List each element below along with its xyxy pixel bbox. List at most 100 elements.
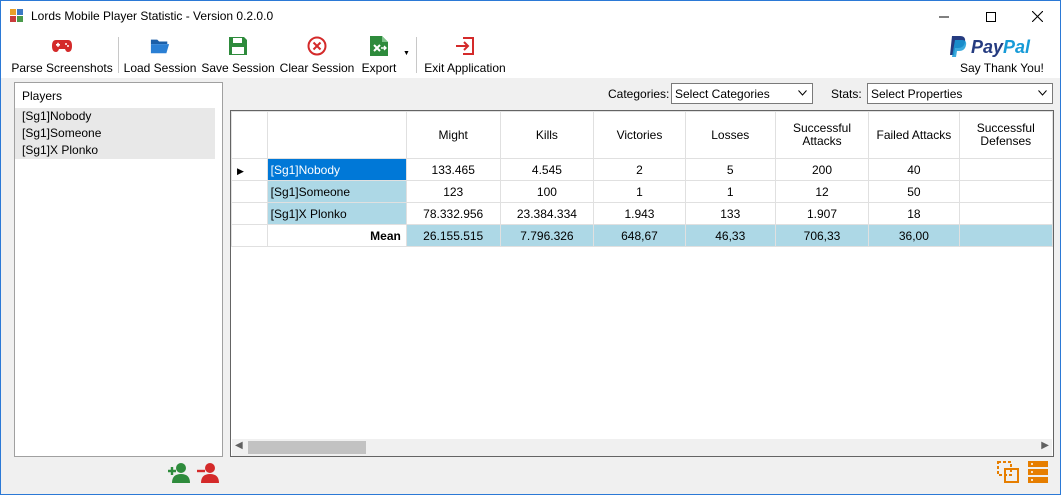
stats-label: Stats:	[831, 87, 862, 101]
folder-open-icon	[150, 39, 170, 54]
table-cell[interactable]	[958, 180, 1053, 203]
column-header[interactable]: Might	[405, 111, 501, 159]
table-cell[interactable]: 40	[868, 158, 960, 181]
chevron-down-icon	[798, 90, 807, 96]
title-bar: Lords Mobile Player Statistic - Version …	[1, 1, 1060, 32]
mean-cell[interactable]: 46,33	[684, 224, 776, 247]
table-cell[interactable]: 5	[684, 158, 776, 181]
column-header[interactable]: Successful Defenses	[958, 111, 1053, 159]
server-list-icon[interactable]	[1028, 461, 1048, 483]
compare-windows-icon[interactable]	[997, 461, 1019, 483]
mean-cell[interactable]	[958, 224, 1053, 247]
parse-screenshots-label: Parse Screenshots	[11, 61, 113, 75]
column-header[interactable]: Victories	[593, 111, 686, 159]
table-row[interactable]: [Sg1]Someone 123 100 1 1 12 50	[231, 180, 1053, 203]
paypal-icon	[950, 36, 967, 57]
players-list[interactable]: [Sg1]Nobody [Sg1]Someone [Sg1]X Plonko	[15, 108, 222, 159]
table-cell[interactable]	[958, 158, 1053, 181]
column-header[interactable]: Failed Attacks	[868, 111, 960, 159]
table-cell[interactable]: 78.332.956	[405, 202, 501, 225]
save-session-button[interactable]: Save Session	[201, 36, 275, 76]
scrollbar-thumb[interactable]	[248, 441, 366, 454]
save-icon	[229, 37, 247, 55]
load-session-button[interactable]: Load Session	[124, 36, 196, 76]
categories-select[interactable]: Select Categories	[671, 83, 813, 104]
mean-row[interactable]: Mean 26.155.515 7.796.326 648,67 46,33 7…	[231, 224, 1053, 247]
minimize-icon	[939, 16, 949, 17]
maximize-icon	[986, 11, 996, 22]
mean-cell[interactable]: 648,67	[593, 224, 686, 247]
column-header-name[interactable]	[266, 111, 407, 159]
app-icon	[10, 9, 23, 22]
table-cell[interactable]: 123	[405, 180, 501, 203]
row-header[interactable]	[231, 224, 268, 247]
toolbar-separator	[416, 37, 417, 73]
mean-cell[interactable]: 706,33	[774, 224, 870, 247]
players-list-panel[interactable]: Players [Sg1]Nobody [Sg1]Someone [Sg1]X …	[14, 82, 223, 457]
table-cell[interactable]	[958, 202, 1053, 225]
remove-player-icon[interactable]	[196, 462, 220, 484]
table-cell[interactable]: 133.465	[405, 158, 501, 181]
table-cell[interactable]: 18	[868, 202, 960, 225]
table-cell[interactable]: 4.545	[499, 158, 595, 181]
row-header[interactable]: ▶	[231, 158, 268, 181]
table-row[interactable]: [Sg1]X Plonko 78.332.956 23.384.334 1.94…	[231, 202, 1053, 225]
table-cell[interactable]: 50	[868, 180, 960, 203]
export-label: Export	[361, 61, 397, 75]
paypal-brand-pal: Pal	[1003, 36, 1031, 57]
table-cell[interactable]: 1	[593, 180, 686, 203]
window-title: Lords Mobile Player Statistic - Version …	[31, 9, 274, 23]
scroll-left-icon[interactable]: ◀	[235, 440, 243, 451]
paypal-brand-pay: Pay	[971, 36, 1004, 57]
row-header[interactable]	[231, 202, 268, 225]
exit-application-button[interactable]: Exit Application	[423, 36, 507, 76]
column-header[interactable]: Kills	[499, 111, 595, 159]
view-options	[997, 461, 1049, 485]
gamepad-icon	[52, 40, 72, 52]
horizontal-scrollbar[interactable]: ◀ ▶	[232, 439, 1052, 456]
table-cell[interactable]: 1.907	[774, 202, 870, 225]
column-header[interactable]: Successful Attacks	[774, 111, 870, 159]
mean-cell[interactable]: 36,00	[868, 224, 960, 247]
export-dropdown-arrow-icon[interactable]: ▼	[403, 50, 410, 57]
maximize-button[interactable]	[968, 1, 1014, 32]
table-cell[interactable]: 12	[774, 180, 870, 203]
paypal-thanks-label: Say Thank You!	[960, 61, 1044, 75]
mean-cell[interactable]: 7.796.326	[499, 224, 595, 247]
clear-session-button[interactable]: Clear Session	[280, 36, 354, 76]
paypal-logo: PayPal	[949, 36, 1030, 58]
table-cell[interactable]: 23.384.334	[499, 202, 595, 225]
table-cell[interactable]: 1	[684, 180, 776, 203]
parse-screenshots-button[interactable]: Parse Screenshots	[11, 36, 113, 76]
paypal-donate-button[interactable]: PayPal Say Thank You!	[947, 35, 1057, 77]
table-cell[interactable]: 2	[593, 158, 686, 181]
player-list-item[interactable]: [Sg1]Someone	[15, 125, 215, 142]
player-list-item[interactable]: [Sg1]Nobody	[15, 108, 215, 125]
clear-circle-icon	[307, 36, 327, 56]
statistics-grid[interactable]: Might Kills Victories Losses Successful …	[230, 110, 1054, 457]
table-cell-name[interactable]: [Sg1]Someone	[266, 180, 407, 203]
excel-export-icon	[370, 36, 388, 56]
mean-cell[interactable]: 26.155.515	[405, 224, 501, 247]
table-cell-name[interactable]: [Sg1]X Plonko	[266, 202, 407, 225]
export-button[interactable]: Export	[361, 36, 397, 76]
player-actions	[167, 462, 227, 484]
scroll-right-icon[interactable]: ▶	[1041, 440, 1049, 451]
close-icon	[1031, 11, 1043, 22]
table-cell[interactable]: 100	[499, 180, 595, 203]
close-button[interactable]	[1014, 1, 1060, 32]
add-player-icon[interactable]	[167, 462, 191, 484]
stats-select[interactable]: Select Properties	[867, 83, 1053, 104]
column-header[interactable]: Losses	[684, 111, 776, 159]
table-cell[interactable]: 1.943	[593, 202, 686, 225]
table-cell-name[interactable]: [Sg1]Nobody	[266, 158, 407, 181]
save-session-label: Save Session	[201, 61, 275, 75]
minimize-button[interactable]	[921, 1, 967, 32]
table-cell[interactable]: 133	[684, 202, 776, 225]
table-row[interactable]: ▶ [Sg1]Nobody 133.465 4.545 2 5 200 40	[231, 158, 1053, 181]
table-cell[interactable]: 200	[774, 158, 870, 181]
player-list-item[interactable]: [Sg1]X Plonko	[15, 142, 215, 159]
row-header-corner	[231, 111, 268, 159]
current-row-arrow-icon: ▶	[237, 165, 244, 176]
row-header[interactable]	[231, 180, 268, 203]
